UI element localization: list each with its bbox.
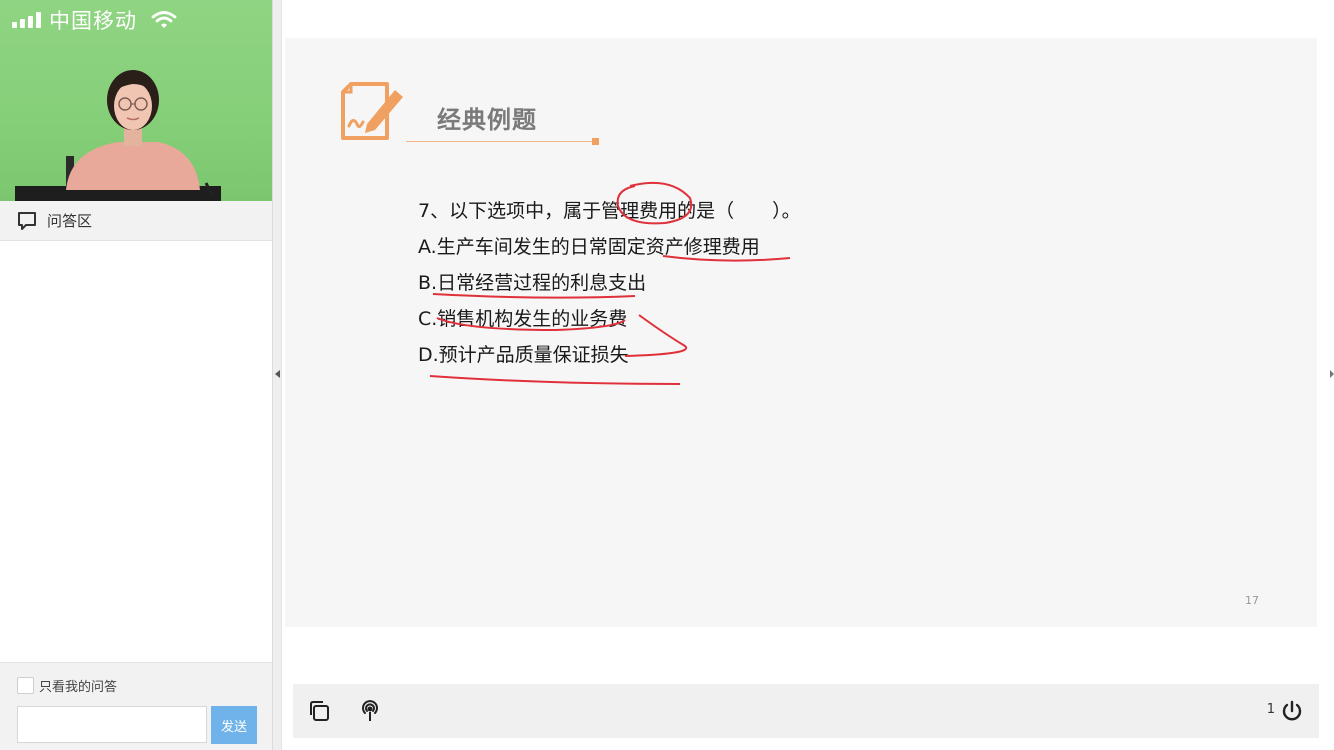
option-a: A.生产车间发生的日常固定资产修理费用 <box>418 236 760 258</box>
heading-underline <box>406 141 594 142</box>
question-input[interactable] <box>17 706 207 743</box>
question-text: 7、以下选项中，属于管理费用的是（ ）。 <box>418 200 801 222</box>
expand-arrow-icon[interactable] <box>1330 370 1334 378</box>
slide-heading: 经典例题 <box>437 106 537 134</box>
page-number: 17 <box>1245 594 1259 607</box>
video-feed: 中国移动 <box>0 0 272 201</box>
power-icon <box>1282 700 1302 721</box>
only-mine-toggle[interactable]: 只看我的问答 <box>17 676 117 695</box>
status-bar: 中国移动 <box>12 6 177 34</box>
option-c: C.销售机构发生的业务费 <box>418 308 628 330</box>
only-mine-label: 只看我的问答 <box>39 680 118 695</box>
wifi-icon <box>151 11 177 28</box>
send-button[interactable]: 发送 <box>211 706 257 744</box>
option-d: D.预计产品质量保证损失 <box>418 344 629 366</box>
note-edit-icon <box>341 82 403 140</box>
qa-title: 问答区 <box>47 212 93 230</box>
copy-icon <box>310 701 329 721</box>
copy-button[interactable] <box>304 696 334 726</box>
carrier-label: 中国移动 <box>49 9 137 33</box>
slide: 经典例题 7、以下选项中，属于管理费用的是（ ）。 A.生产车间发生的日常固定资… <box>285 38 1317 627</box>
panel-splitter[interactable] <box>272 0 282 750</box>
signal-icon <box>12 12 41 28</box>
qa-message-list[interactable] <box>0 241 272 662</box>
only-mine-checkbox[interactable] <box>17 677 34 694</box>
left-panel: 中国移动 问答区 只看我的问答 发送 <box>0 0 272 750</box>
broadcast-button[interactable] <box>355 696 385 726</box>
collapse-arrow-icon[interactable] <box>275 370 280 378</box>
qa-header: 问答区 <box>0 201 272 241</box>
heading-underline-dot <box>592 138 599 145</box>
toolbar-count: 1 <box>1266 702 1275 717</box>
main-panel: 经典例题 7、以下选项中，属于管理费用的是（ ）。 A.生产车间发生的日常固定资… <box>282 0 1334 750</box>
chat-bubble-icon <box>18 211 36 230</box>
bottom-toolbar: 1 <box>293 684 1319 738</box>
option-b: B.日常经营过程的利息支出 <box>418 272 647 294</box>
broadcast-icon <box>362 700 378 721</box>
qa-footer: 只看我的问答 发送 <box>0 662 272 750</box>
power-button[interactable] <box>1277 696 1307 726</box>
